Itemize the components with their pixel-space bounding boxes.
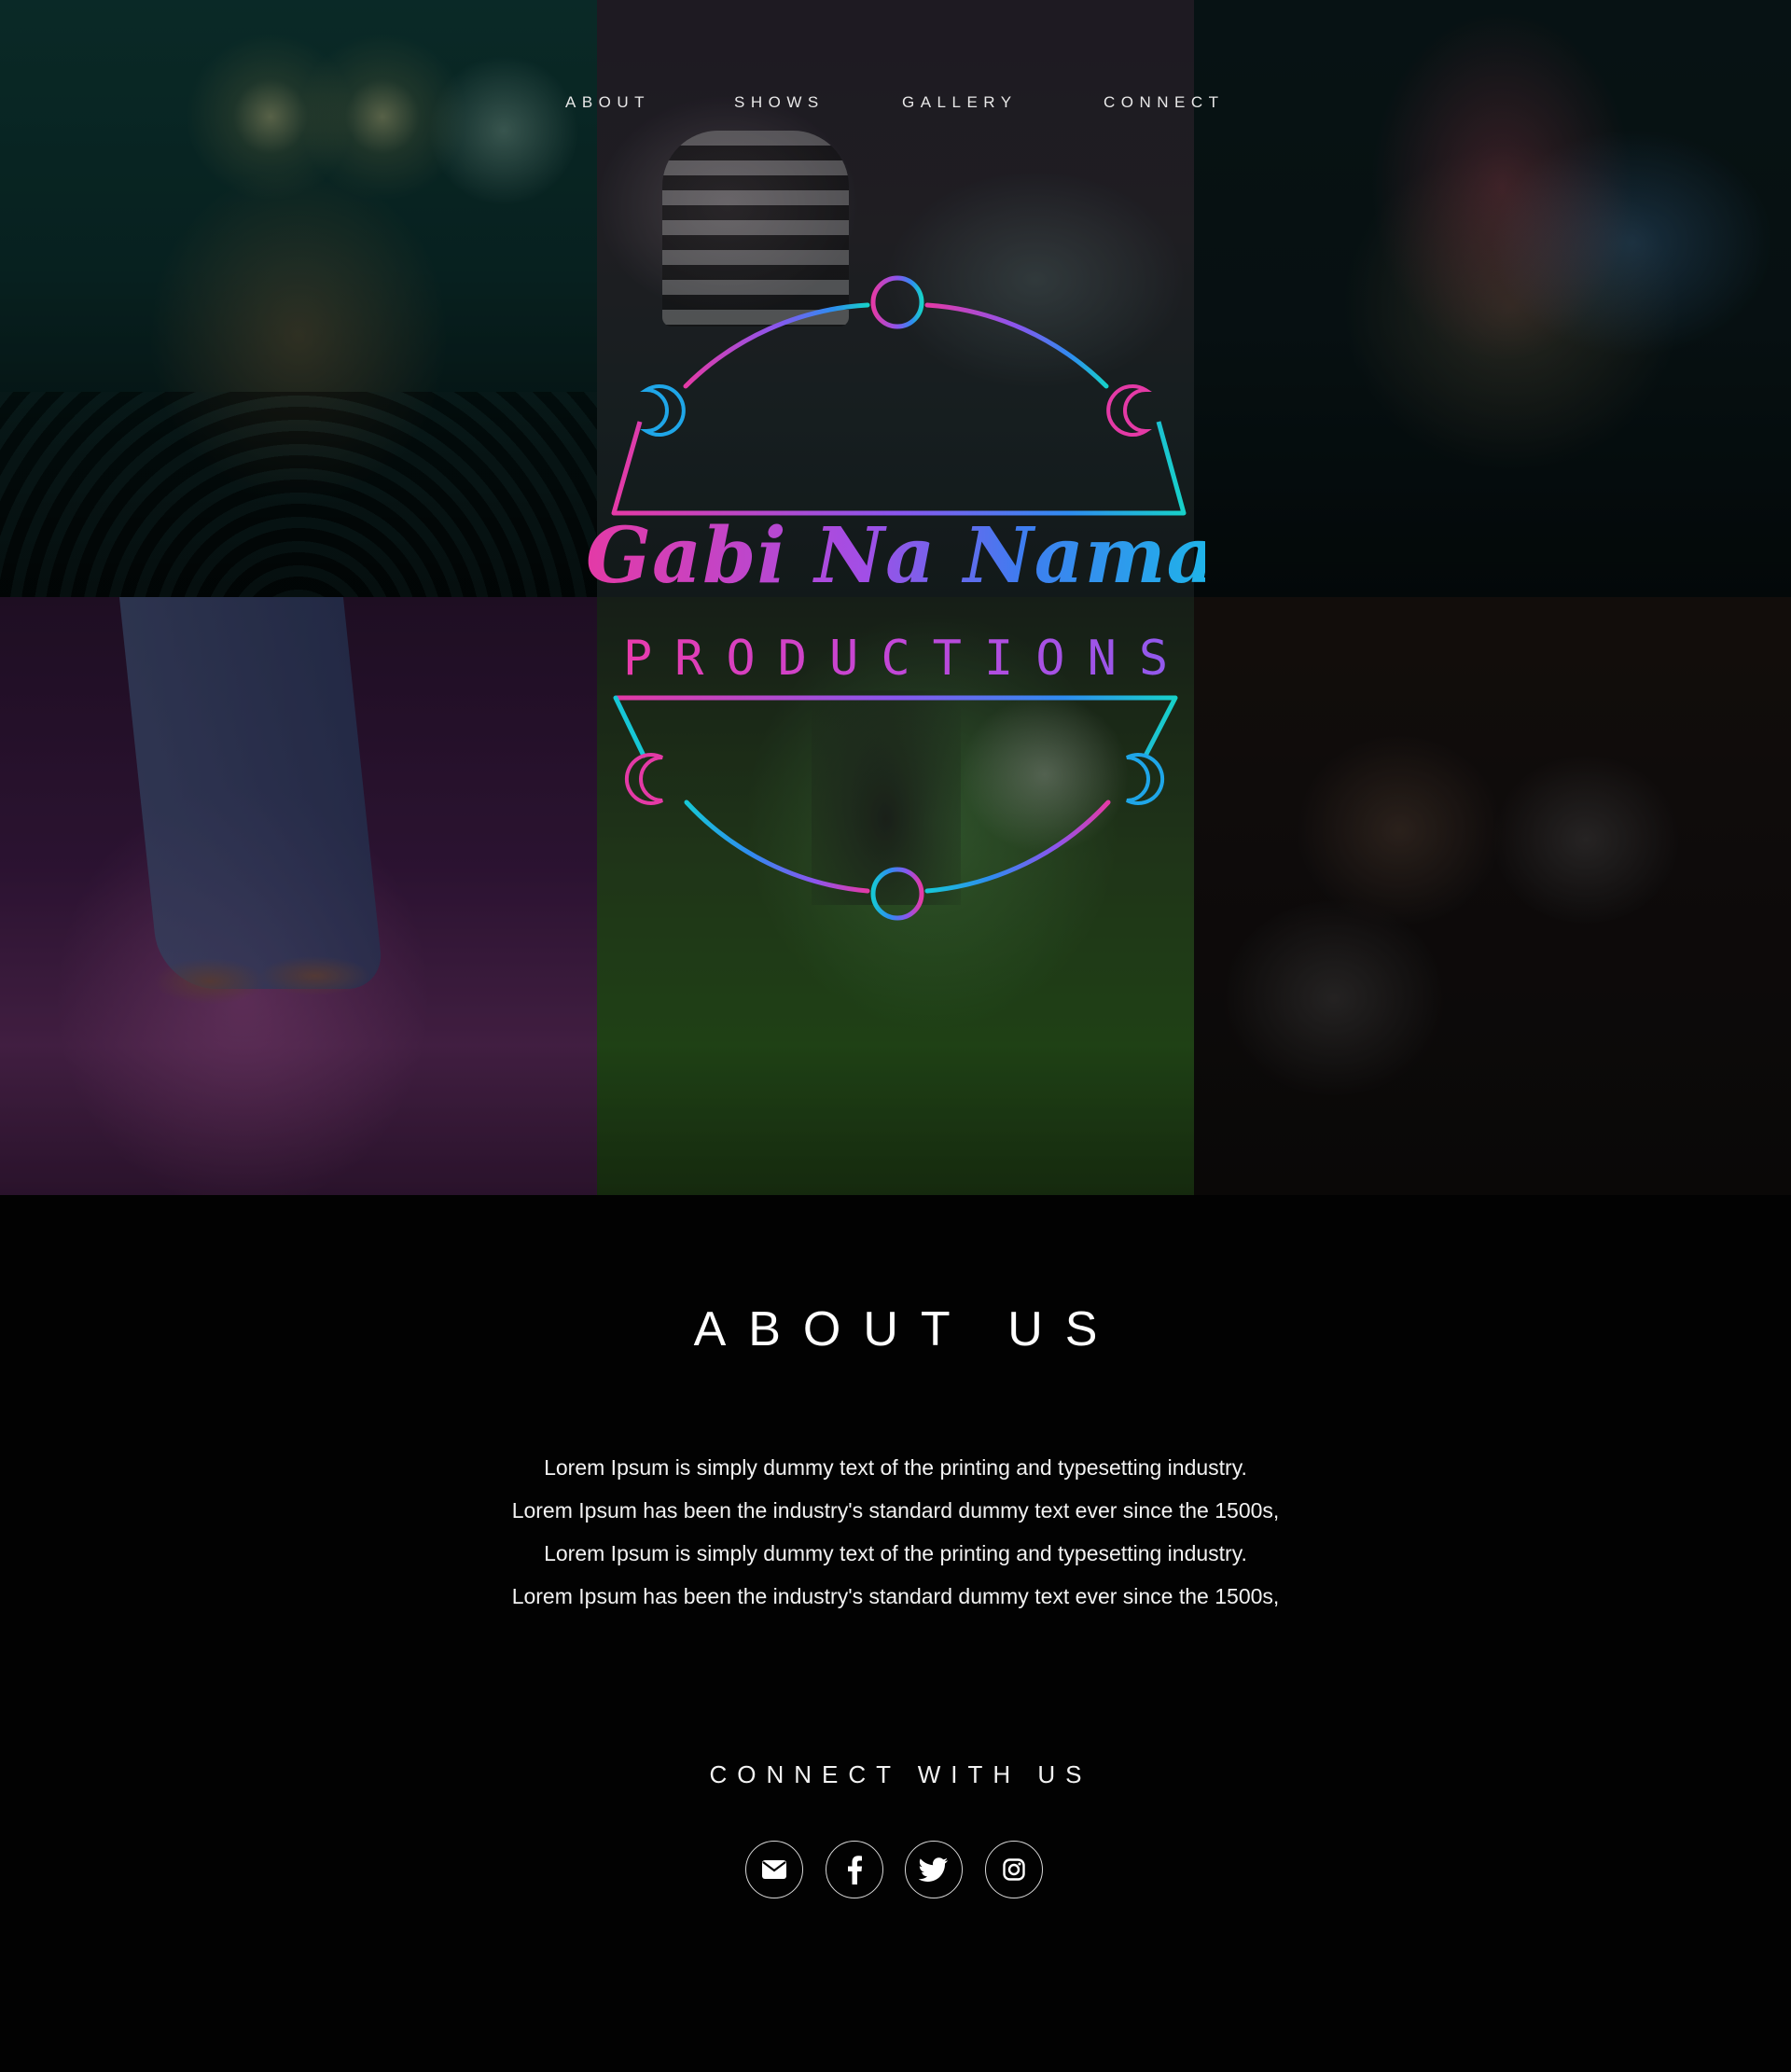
about-line: Lorem Ipsum has been the industry's stan… — [511, 1584, 1280, 1608]
twitter-button[interactable] — [905, 1841, 963, 1898]
twitter-icon — [919, 1857, 948, 1882]
logo-script-title: Gabi Na Naman — [586, 511, 1274, 601]
about-heading: ABOUT US — [693, 1302, 1120, 1356]
main-nav: ABOUT SHOWS GALLERY CONNECT — [0, 93, 1791, 121]
nav-item-about[interactable]: ABOUT — [565, 93, 650, 112]
about-line: Lorem Ipsum has been the industry's stan… — [511, 1498, 1280, 1523]
social-links — [0, 1841, 1791, 1898]
connect-heading: CONNECT WITH US — [709, 1760, 1092, 1788]
facebook-button[interactable] — [826, 1841, 883, 1898]
nav-item-gallery[interactable]: GALLERY — [902, 93, 1018, 112]
envelope-icon — [762, 1860, 786, 1879]
nav-item-shows[interactable]: SHOWS — [734, 93, 825, 112]
hero-section: ABOUT SHOWS GALLERY CONNECT Gabi Na Nama… — [0, 0, 1791, 1195]
email-button[interactable] — [745, 1841, 803, 1898]
facebook-icon — [848, 1856, 862, 1884]
about-text: Lorem Ipsum is simply dummy text of the … — [0, 1446, 1791, 1618]
brand-logo: Gabi Na Naman PRODUCTIONS — [586, 271, 1274, 924]
nav-item-connect[interactable]: CONNECT — [1104, 93, 1225, 112]
logo-subtitle: PRODUCTIONS — [586, 631, 1205, 687]
instagram-icon — [1003, 1858, 1025, 1881]
about-line: Lorem Ipsum is simply dummy text of the … — [544, 1541, 1247, 1565]
instagram-button[interactable] — [985, 1841, 1043, 1898]
about-line: Lorem Ipsum is simply dummy text of the … — [544, 1455, 1247, 1480]
